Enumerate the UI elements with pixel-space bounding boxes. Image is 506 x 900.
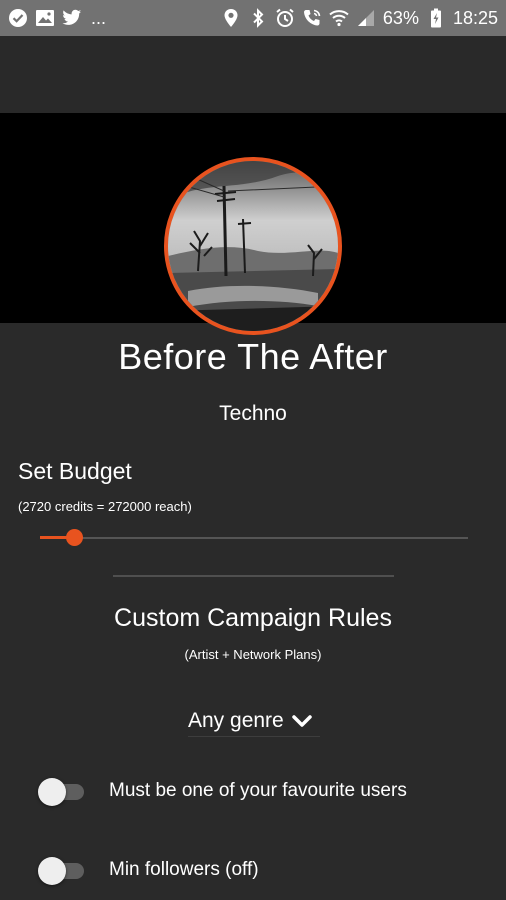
budget-slider-track[interactable]	[40, 537, 468, 539]
image-icon	[35, 8, 55, 28]
favourite-users-toggle[interactable]	[38, 776, 84, 806]
favourite-users-label: Must be one of your favourite users	[109, 780, 407, 801]
avatar-photo	[168, 161, 338, 331]
status-bar: ... 63% 18:25	[0, 0, 506, 36]
signal-icon	[356, 8, 376, 28]
clock: 18:25	[452, 7, 498, 28]
status-bar-left: ...	[8, 8, 106, 29]
wifi-icon	[329, 8, 349, 28]
rule-min-followers[interactable]: Min followers (off)	[38, 855, 478, 885]
section-divider	[113, 575, 394, 577]
rule-favourite-users[interactable]: Must be one of your favourite users	[38, 776, 478, 806]
battery-percent: 63%	[382, 7, 419, 28]
app-screen: ... 63% 18:25 Before The After Techno Se…	[0, 0, 506, 900]
min-followers-toggle[interactable]	[38, 855, 84, 885]
wifi-call-icon	[302, 8, 322, 28]
genre-dropdown-value: Any genre	[188, 708, 284, 732]
more-notifications-indicator: ...	[91, 7, 107, 28]
budget-slider-thumb[interactable]	[66, 529, 83, 546]
bluetooth-icon	[248, 8, 268, 28]
budget-title: Set Budget	[18, 458, 132, 484]
budget-summary: (2720 credits = 272000 reach)	[18, 499, 192, 514]
chevron-down-icon	[291, 714, 312, 728]
artist-name: Before The After	[118, 336, 388, 377]
status-bar-right: 63% 18:25	[221, 8, 498, 29]
artist-avatar	[164, 157, 342, 335]
genre-dropdown[interactable]: Any genre	[188, 705, 320, 737]
toggle-thumb	[38, 857, 66, 885]
toggle-thumb	[38, 778, 66, 806]
battery-icon	[426, 8, 446, 28]
budget-slider[interactable]	[40, 528, 468, 548]
twitter-icon	[62, 8, 82, 28]
campaign-rules-subtitle: (Artist + Network Plans)	[184, 647, 322, 662]
alarm-icon	[275, 8, 295, 28]
min-followers-label: Min followers (off)	[109, 859, 259, 880]
artist-genre: Techno	[219, 402, 287, 425]
app-bar	[0, 36, 506, 113]
location-icon	[221, 8, 241, 28]
campaign-rules-title: Custom Campaign Rules	[114, 604, 392, 632]
check-circle-icon	[8, 8, 28, 28]
